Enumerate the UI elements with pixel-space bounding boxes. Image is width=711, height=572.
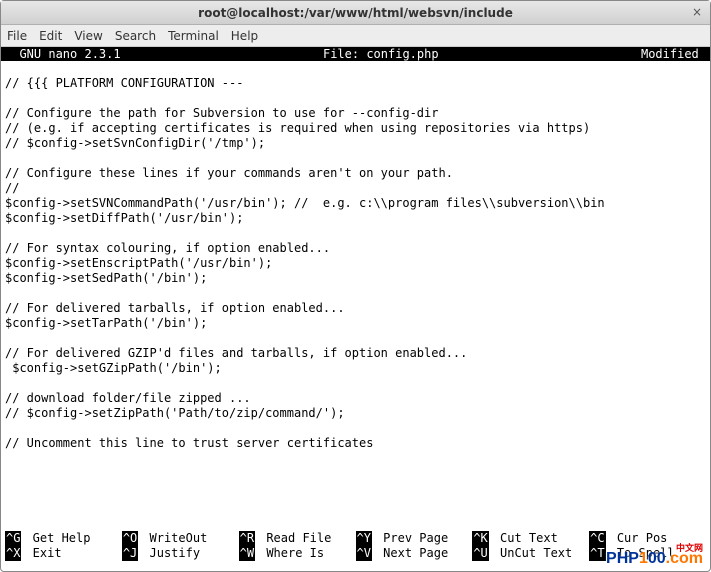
shortcut-label: Get Help [25,531,90,546]
editor-line [5,226,706,241]
editor-line: $config->setDiffPath('/usr/bin'); [5,211,706,226]
shortcut-exit[interactable]: ^X Exit [5,546,122,561]
menu-help[interactable]: Help [231,29,258,43]
editor-line [5,61,706,76]
window-title: root@localhost:/var/www/html/websvn/incl… [198,6,513,20]
window-titlebar: root@localhost:/var/www/html/websvn/incl… [1,1,710,25]
menu-terminal[interactable]: Terminal [168,29,219,43]
editor-line: // $config->setSvnConfigDir('/tmp'); [5,136,706,151]
shortcut-key: ^W [239,546,255,561]
editor-line: $config->setGZipPath('/bin'); [5,361,706,376]
shortcut-label: Read File [259,531,331,546]
nano-status-bar: GNU nano 2.3.1 File: config.php Modified [1,47,710,61]
shortcut-label: WriteOut [142,531,207,546]
editor-line [5,91,706,106]
editor-line: // {{{ PLATFORM CONFIGURATION --- [5,76,706,91]
shortcut-key: ^V [356,546,372,561]
menu-search[interactable]: Search [115,29,156,43]
shortcut-label: Cut Text [493,531,558,546]
editor-line: // (e.g. if accepting certificates is re… [5,121,706,136]
shortcut-key: ^U [472,546,488,561]
shortcut-where-is[interactable]: ^W Where Is [239,546,356,561]
editor-line [5,151,706,166]
shortcut-to-spell[interactable]: ^T To Spell [589,546,706,561]
editor-line: // $config->setZipPath('Path/to/zip/comm… [5,406,706,421]
shortcut-justify[interactable]: ^J Justify [122,546,239,561]
editor-line: // For delivered GZIP'd files and tarbal… [5,346,706,361]
editor-line: $config->setEnscriptPath('/usr/bin'); [5,256,706,271]
shortcut-key: ^J [122,546,138,561]
shortcut-key: ^G [5,531,21,546]
editor-line: // [5,181,706,196]
shortcut-label: UnCut Text [493,546,572,561]
editor-content[interactable]: // {{{ PLATFORM CONFIGURATION --- // Conf… [1,61,710,531]
editor-line: $config->setTarPath('/bin'); [5,316,706,331]
editor-line: $config->setSVNCommandPath('/usr/bin'); … [5,196,706,211]
editor-line [5,331,706,346]
editor-line: $config->setSedPath('/bin'); [5,271,706,286]
shortcut-label: To Spell [610,546,675,561]
nano-version: GNU nano 2.3.1 [5,47,121,61]
shortcut-key: ^T [589,546,605,561]
close-icon[interactable]: × [690,5,704,19]
shortcut-label: Exit [25,546,61,561]
editor-line [5,451,706,466]
shortcut-writeout[interactable]: ^O WriteOut [122,531,239,546]
shortcut-get-help[interactable]: ^G Get Help [5,531,122,546]
shortcut-key: ^Y [356,531,372,546]
shortcut-key: ^C [589,531,605,546]
shortcut-bar-row2: ^X Exit^J Justify^W Where Is^V Next Page… [1,546,710,561]
shortcut-uncut-text[interactable]: ^U UnCut Text [472,546,589,561]
menu-view[interactable]: View [74,29,102,43]
menu-bar: File Edit View Search Terminal Help [1,25,710,47]
nano-modified-status: Modified [641,47,706,61]
nano-file-label: File: config.php [121,47,641,61]
shortcut-key: ^R [239,531,255,546]
menu-edit[interactable]: Edit [39,29,62,43]
shortcut-label: Where Is [259,546,324,561]
shortcut-label: Justify [142,546,200,561]
editor-line: // Uncomment this line to trust server c… [5,436,706,451]
shortcut-bar-row1: ^G Get Help^O WriteOut^R Read File^Y Pre… [1,531,710,546]
shortcut-prev-page[interactable]: ^Y Prev Page [356,531,473,546]
shortcut-cut-text[interactable]: ^K Cut Text [472,531,589,546]
shortcut-next-page[interactable]: ^V Next Page [356,546,473,561]
editor-line: // download folder/file zipped ... [5,391,706,406]
editor-line: // For delivered tarballs, if option ena… [5,301,706,316]
shortcut-cur-pos[interactable]: ^C Cur Pos [589,531,706,546]
editor-line: // Configure the path for Subversion to … [5,106,706,121]
shortcut-key: ^O [122,531,138,546]
editor-line: // For syntax colouring, if option enabl… [5,241,706,256]
editor-line [5,286,706,301]
shortcut-label: Cur Pos [610,531,668,546]
shortcut-label: Prev Page [376,531,448,546]
shortcut-label: Next Page [376,546,448,561]
menu-file[interactable]: File [7,29,27,43]
editor-line [5,421,706,436]
shortcut-read-file[interactable]: ^R Read File [239,531,356,546]
editor-line [5,376,706,391]
shortcut-key: ^K [472,531,488,546]
shortcut-key: ^X [5,546,21,561]
editor-line: // Configure these lines if your command… [5,166,706,181]
